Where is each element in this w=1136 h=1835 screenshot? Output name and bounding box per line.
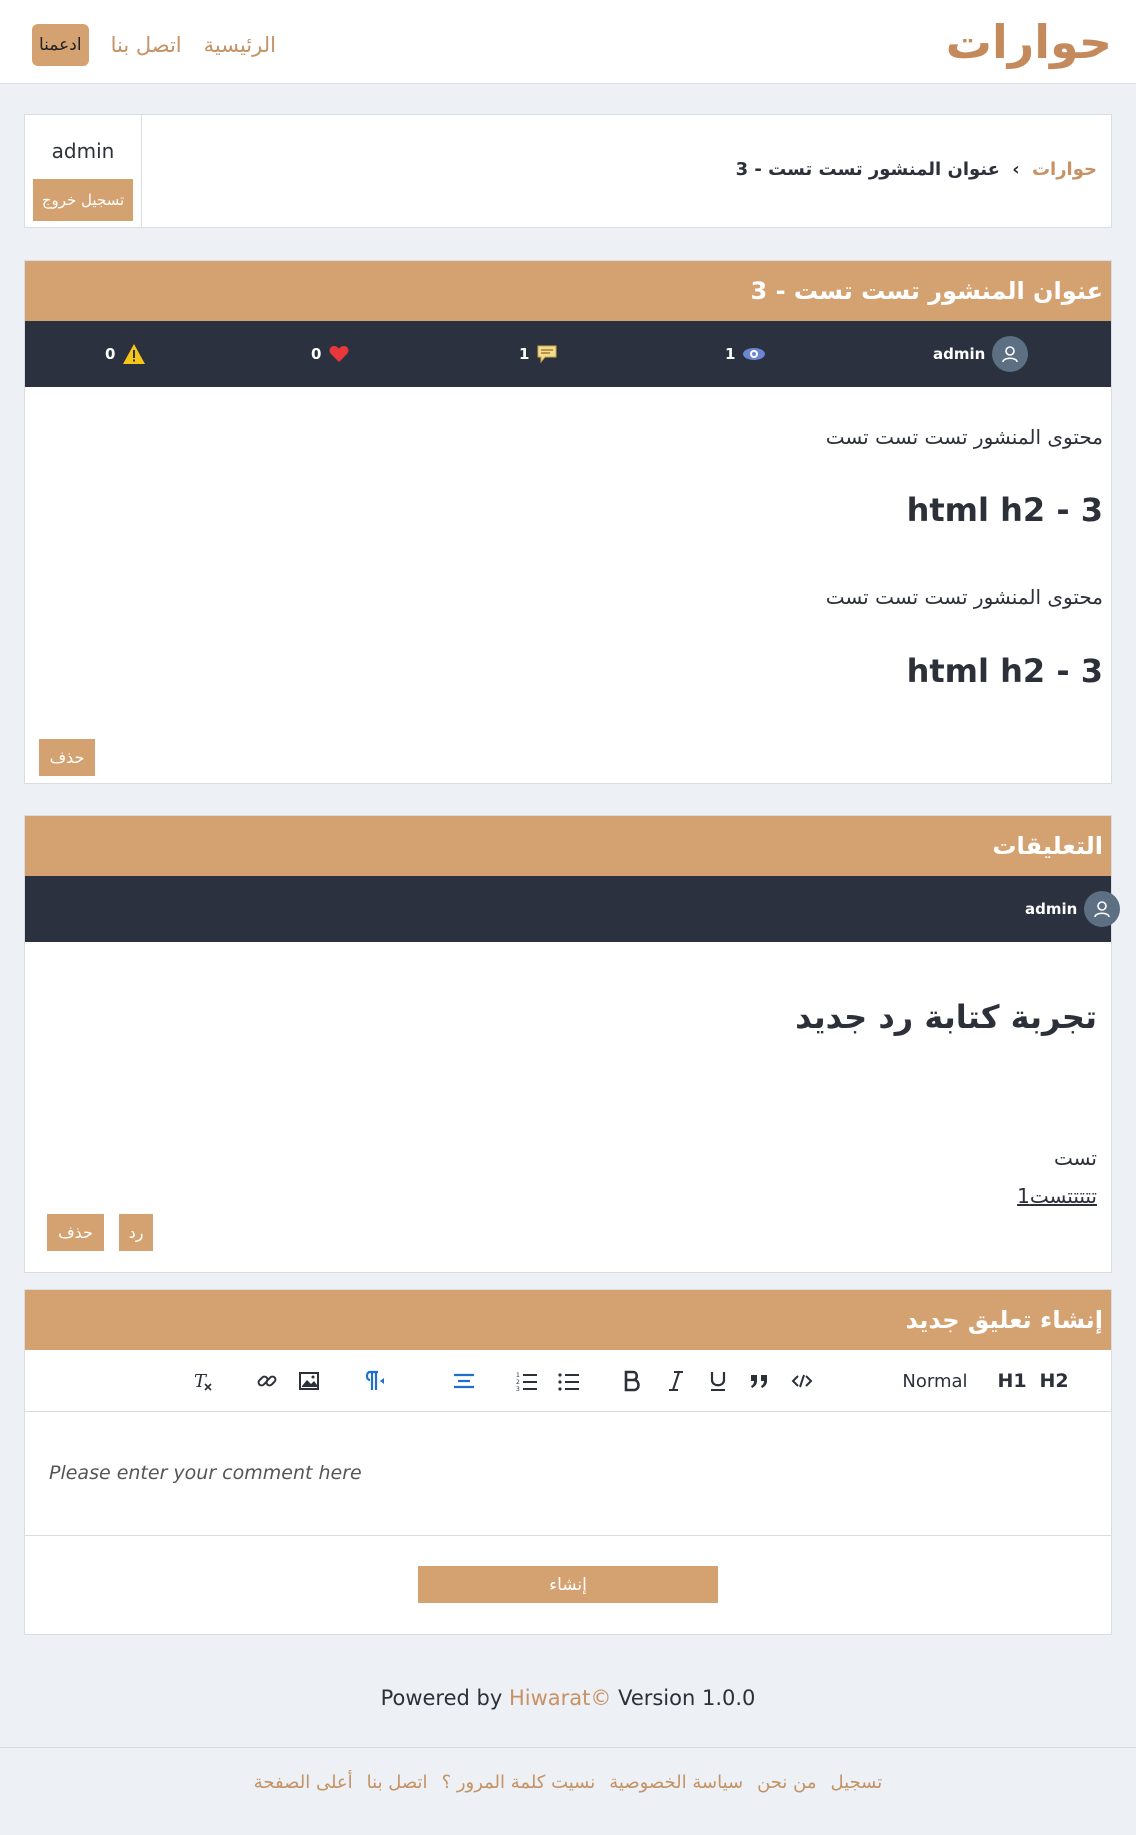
svg-text:1: 1 xyxy=(516,1372,520,1379)
reports-count-value: 0 xyxy=(105,345,116,363)
heading-1-button[interactable]: H1 xyxy=(997,1366,1027,1396)
image-icon[interactable] xyxy=(297,1366,321,1396)
post-paragraph: محتوى المنشور تست تست تست xyxy=(825,585,1103,609)
heading-format-select[interactable]: Normal xyxy=(895,1366,975,1396)
post-author-name: admin xyxy=(933,345,986,363)
footer-link-contact[interactable]: اتصل بنا xyxy=(367,1772,428,1793)
create-comment-card: إنشاء تعليق جديد T 123 Normal H1 H2 Plea… xyxy=(24,1289,1112,1635)
comment-author-name: admin xyxy=(1025,900,1078,918)
likes-count-value: 0 xyxy=(311,345,322,363)
bold-icon[interactable] xyxy=(621,1366,643,1396)
heading-2-button[interactable]: H2 xyxy=(1039,1366,1069,1396)
comment-link[interactable]: تتتتتست1 xyxy=(1017,1184,1097,1208)
avatar xyxy=(1084,891,1121,927)
powered-version: Version 1.0.0 xyxy=(618,1686,756,1710)
footer-link-about[interactable]: من نحن xyxy=(757,1772,816,1793)
powered-brand-link[interactable]: Hiwarat© xyxy=(509,1686,611,1710)
italic-icon[interactable] xyxy=(665,1366,687,1396)
footer-link-register[interactable]: تسجيل xyxy=(831,1772,883,1793)
create-comment-button[interactable]: إنشاء xyxy=(418,1566,718,1603)
heart-icon xyxy=(329,346,349,362)
reply-button[interactable]: رد xyxy=(119,1214,153,1251)
warning-icon xyxy=(123,344,146,364)
comments-title: التعليقات xyxy=(25,816,1111,876)
footer-link-forgot-password[interactable]: نسيت كلمة المرور ؟ xyxy=(442,1772,596,1793)
user-panel: admin تسجيل خروج xyxy=(25,115,142,227)
nav-home-link[interactable]: الرئيسية xyxy=(204,33,276,57)
editor-toolbar: T 123 Normal H1 H2 xyxy=(25,1350,1111,1412)
footer-divider xyxy=(0,1747,1136,1748)
comment-editor[interactable]: Please enter your comment here xyxy=(25,1412,1111,1536)
username-label: admin xyxy=(51,139,115,163)
delete-comment-button[interactable]: حذف xyxy=(47,1214,104,1251)
views-count-value: 1 xyxy=(725,345,736,363)
breadcrumb-separator: › xyxy=(1012,159,1020,180)
comments-card: التعليقات admin تجربة كتابة رد جديد تست … xyxy=(24,815,1121,1273)
post-title: عنوان المنشور تست تست - 3 xyxy=(25,261,1111,321)
breadcrumb: حوارات › عنوان المنشور تست تست - 3 xyxy=(736,159,1097,180)
comment-heading: تجربة كتابة رد جديد xyxy=(795,998,1097,1036)
code-block-icon[interactable] xyxy=(789,1366,815,1396)
user-icon xyxy=(1094,901,1111,918)
create-comment-title: إنشاء تعليق جديد xyxy=(25,1290,1111,1350)
user-icon xyxy=(1002,346,1019,363)
align-center-icon[interactable] xyxy=(451,1366,477,1396)
likes-count[interactable]: 0 xyxy=(311,321,350,387)
clear-format-icon[interactable]: T xyxy=(191,1366,215,1396)
editor-placeholder: Please enter your comment here xyxy=(49,1462,362,1484)
post-card: عنوان المنشور تست تست - 3 admin 1 1 0 0 … xyxy=(24,260,1112,784)
underline-icon[interactable] xyxy=(707,1366,729,1396)
footer-link-privacy[interactable]: سياسة الخصوصية xyxy=(609,1772,743,1793)
eye-icon xyxy=(743,348,766,360)
svg-text:3: 3 xyxy=(516,1386,520,1392)
views-count: 1 xyxy=(725,321,766,387)
site-logo[interactable]: حوارات xyxy=(946,14,1113,70)
comment-icon xyxy=(537,345,557,364)
post-meta-bar: admin 1 1 0 0 xyxy=(25,321,1111,387)
ordered-list-icon[interactable]: 123 xyxy=(515,1366,539,1396)
heading-format-value: Normal xyxy=(902,1370,968,1392)
bullet-list-icon[interactable] xyxy=(557,1366,581,1396)
post-paragraph: محتوى المنشور تست تست تست xyxy=(825,425,1103,449)
support-button[interactable]: ادعمنا xyxy=(32,24,89,66)
nav-contact-link[interactable]: اتصل بنا xyxy=(111,33,182,57)
main-nav: الرئيسية اتصل بنا ادعمنا xyxy=(32,24,276,66)
text-direction-icon[interactable] xyxy=(361,1366,389,1396)
post-heading: html h2 - 3 xyxy=(906,491,1103,529)
delete-post-button[interactable]: حذف xyxy=(39,739,95,776)
post-heading: html h2 - 3 xyxy=(906,652,1103,690)
breadcrumb-home-link[interactable]: حوارات xyxy=(1032,159,1097,180)
top-navbar: حوارات الرئيسية اتصل بنا ادعمنا xyxy=(0,0,1136,84)
reports-count[interactable]: 0 xyxy=(105,321,146,387)
powered-prefix: Powered by xyxy=(380,1686,503,1710)
comment-line: تست xyxy=(1053,1146,1097,1170)
comments-count-value: 1 xyxy=(519,345,530,363)
comment-author[interactable]: admin xyxy=(1025,876,1121,942)
post-author[interactable]: admin xyxy=(933,321,1029,387)
comments-count: 1 xyxy=(519,321,558,387)
footer-link-top[interactable]: أعلى الصفحة xyxy=(254,1772,353,1793)
comment-meta-bar: admin xyxy=(25,876,1121,942)
powered-by: Powered by Hiwarat© Version 1.0.0 xyxy=(0,1686,1136,1710)
breadcrumb-current: عنوان المنشور تست تست - 3 xyxy=(735,159,1000,180)
logout-button[interactable]: تسجيل خروج xyxy=(33,179,133,221)
link-icon[interactable] xyxy=(255,1366,279,1396)
svg-text:2: 2 xyxy=(516,1379,520,1386)
blockquote-icon[interactable] xyxy=(747,1366,771,1396)
breadcrumb-card: admin تسجيل خروج حوارات › عنوان المنشور … xyxy=(24,114,1112,228)
avatar xyxy=(992,336,1029,372)
footer-links: تسجيل من نحن سياسة الخصوصية نسيت كلمة ال… xyxy=(0,1772,1136,1793)
